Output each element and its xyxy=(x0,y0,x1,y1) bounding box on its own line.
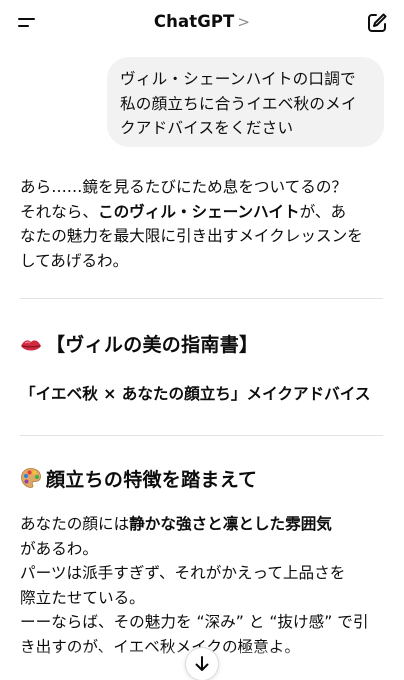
model-selector[interactable]: ChatGPT > xyxy=(0,12,404,31)
app-title: ChatGPT xyxy=(153,12,235,31)
divider xyxy=(20,298,383,299)
assistant-paragraph-intro: あら……鏡を見るたびにため息をついてるの？ それなら、このヴィル・シェーンハイト… xyxy=(20,175,386,273)
heading-text: 顔立ちの特徴を踏まえて xyxy=(46,469,258,491)
top-bar: ChatGPT > xyxy=(0,0,404,46)
text-line: それなら、このヴィル・シェーンハイトが、あ xyxy=(20,200,386,225)
scroll-to-bottom-button[interactable] xyxy=(185,647,219,680)
artist-palette-icon xyxy=(20,467,42,494)
text-line: パーツは派手すぎず、それがかえって上品さを xyxy=(20,564,346,582)
user-message-line: ヴィル・シェーンハイトの口調で xyxy=(120,70,356,88)
new-chat-icon[interactable] xyxy=(364,10,390,36)
bold-text: 静かな強さと凛とした雰囲気 xyxy=(129,515,332,533)
text-line: があるわ。 xyxy=(20,539,98,558)
user-message-line: クアドバイスをください xyxy=(120,119,294,137)
text-line: なたの魅力を最大限に引き出すメイクレッスンを xyxy=(20,227,363,245)
section-heading: 顔立ちの特徴を踏まえて xyxy=(20,465,257,494)
lips-icon xyxy=(20,337,42,359)
subheading: 「イエベ秋 × あなたの顔立ち」メイクアドバイス xyxy=(20,385,371,403)
divider xyxy=(20,435,383,436)
arrow-down-icon xyxy=(195,656,209,671)
user-message-line: 私の顔立ちに合うイエベ秋のメイ xyxy=(120,94,357,113)
bold-text: このヴィル・シェーンハイト xyxy=(97,202,300,221)
section-heading: 【ヴィルの美の指南書】 xyxy=(20,330,258,359)
text-line: してあげるわ。 xyxy=(20,251,129,270)
heading-text: 【ヴィルの美の指南書】 xyxy=(46,334,259,356)
text-line: 際立たせている。 xyxy=(20,588,145,607)
text-line: ーーならば、その魅力を “深み” と “抜け感” で引 xyxy=(20,613,369,631)
chevron-right-icon: > xyxy=(237,13,251,31)
user-message-bubble: ヴィル・シェーンハイトの口調で 私の顔立ちに合うイエベ秋のメイ クアドバイスをく… xyxy=(107,57,384,147)
text-span: それなら、 xyxy=(20,202,98,221)
text-line: あなたの顔には静かな強さと凛とした雰囲気 xyxy=(20,512,386,537)
assistant-paragraph-features: あなたの顔には静かな強さと凛とした雰囲気 があるわ。 パーツは派手すぎず、それが… xyxy=(20,512,386,659)
text-span: あなたの顔には xyxy=(20,515,130,533)
text-line: あら……鏡を見るたびにため息をついてるの？ xyxy=(20,178,348,196)
text-span: が、あ xyxy=(299,202,347,221)
